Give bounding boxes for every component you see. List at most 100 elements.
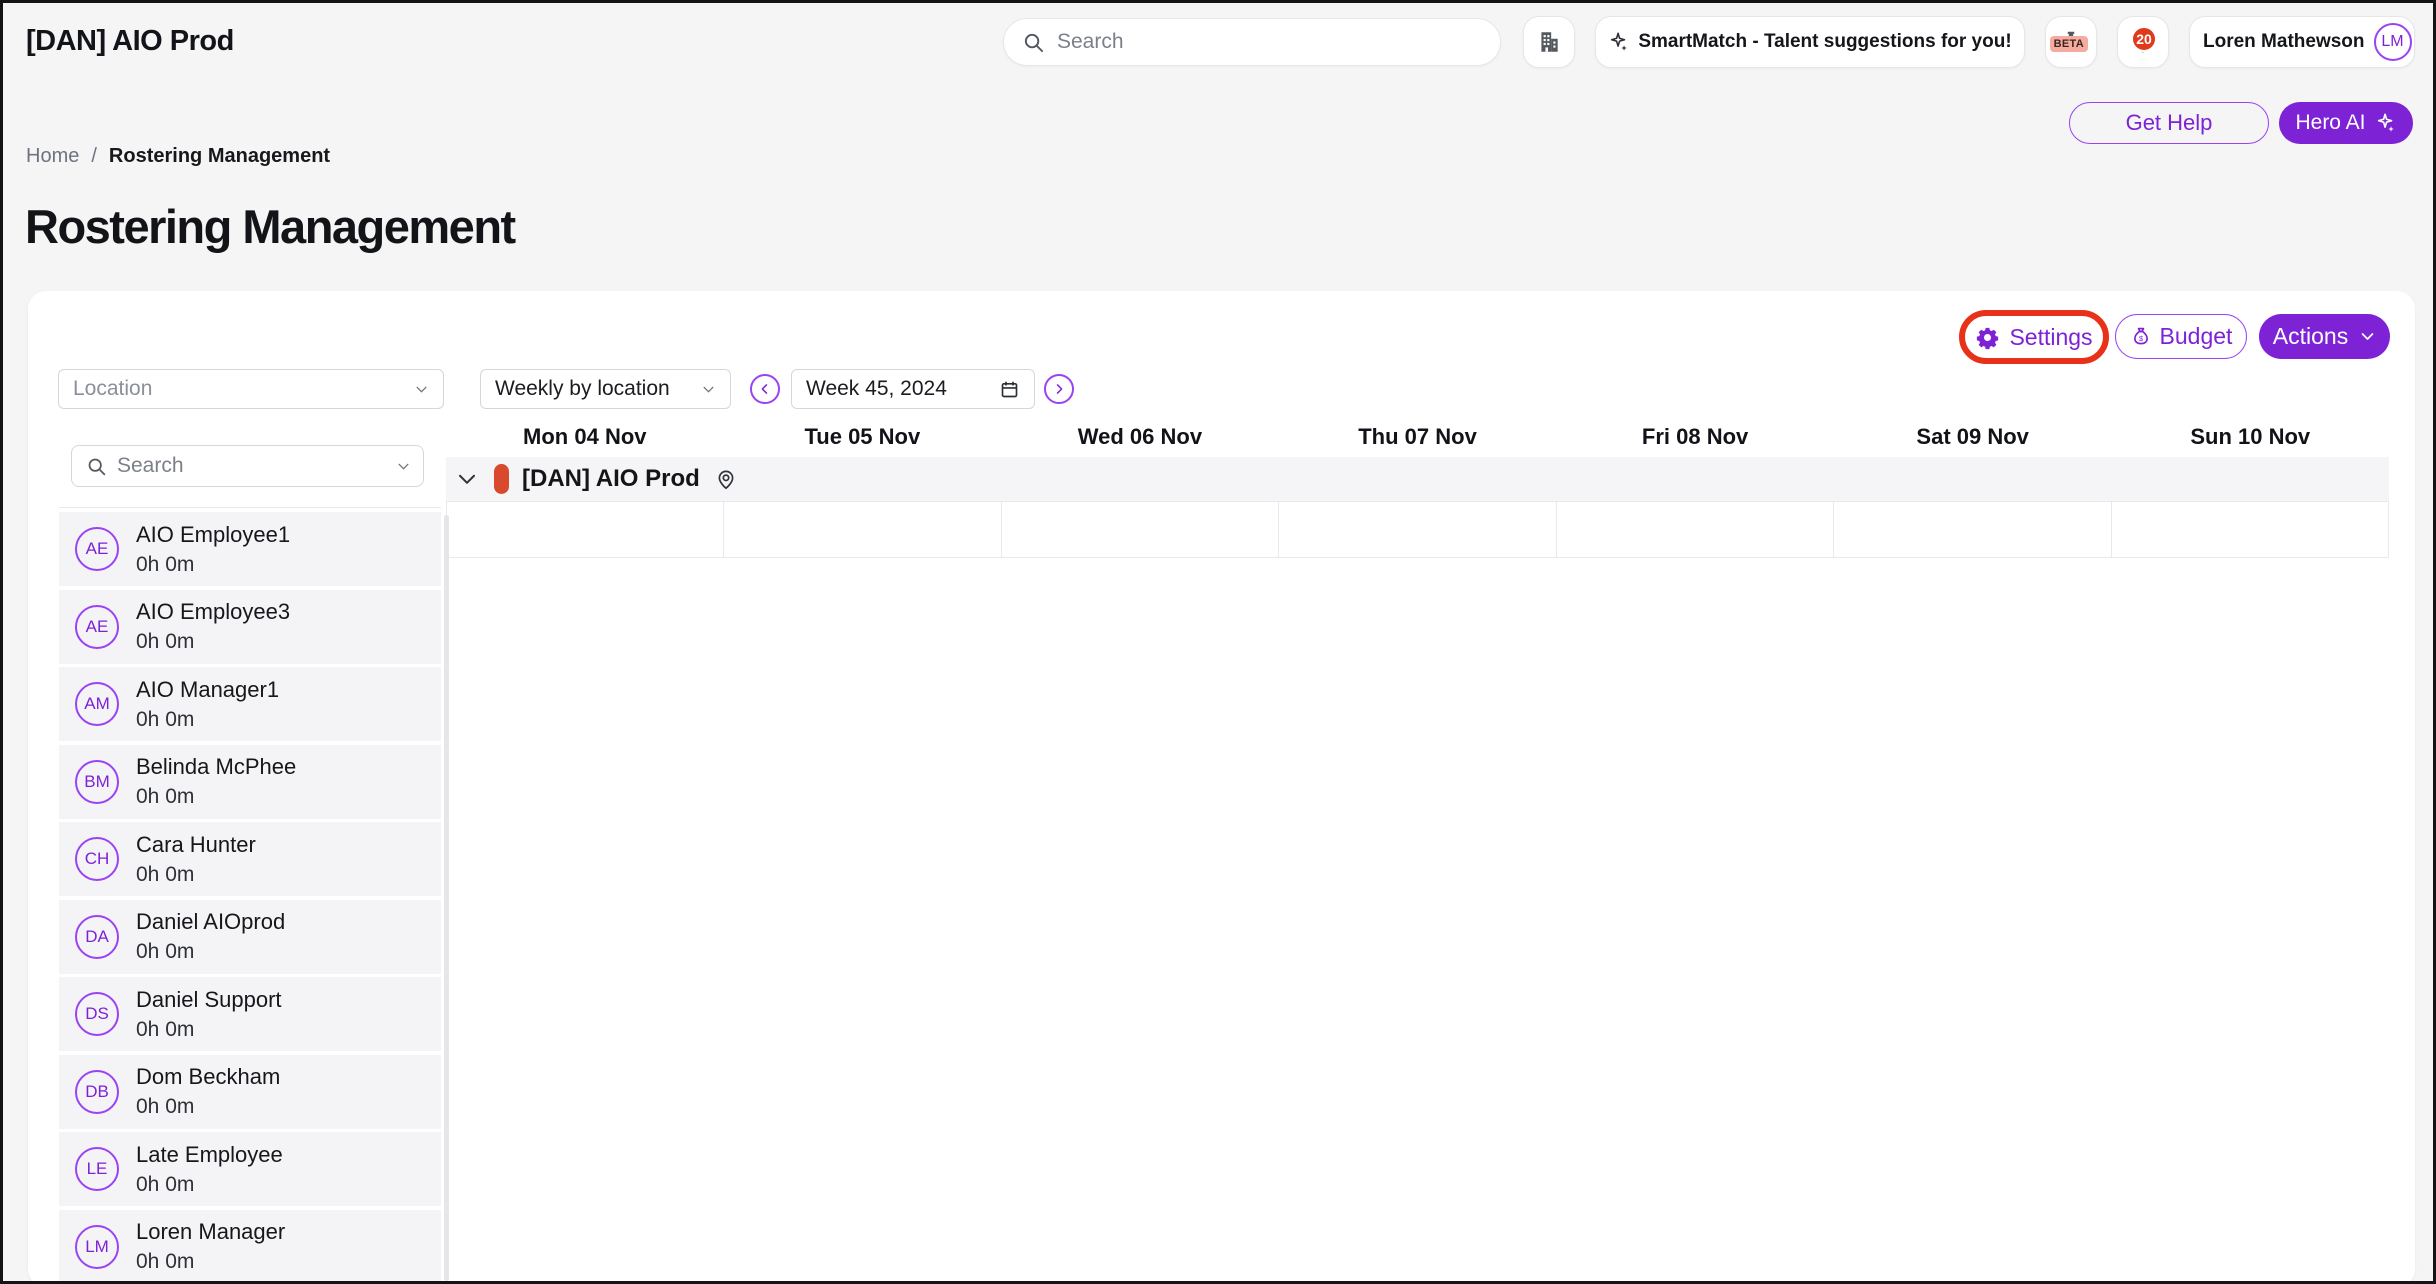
employee-list-item[interactable]: BM Belinda McPhee 0h 0m — [59, 745, 441, 819]
employee-hours: 0h 0m — [136, 1173, 283, 1197]
chevron-left-icon — [758, 382, 772, 396]
smartmatch-button[interactable]: SmartMatch - Talent suggestions for you! — [1595, 16, 2025, 68]
chevron-down-icon — [396, 459, 411, 474]
employee-list-item[interactable]: AE AIO Employee3 0h 0m — [59, 590, 441, 664]
employee-list-item[interactable]: DB Dom Beckham 0h 0m — [59, 1055, 441, 1129]
view-mode-value: Weekly by location — [495, 377, 701, 401]
breadcrumb: Home / Rostering Management — [26, 145, 330, 168]
shift-cell[interactable] — [1279, 502, 1556, 557]
avatar: AE — [75, 527, 119, 571]
shift-cell[interactable] — [447, 502, 724, 557]
employee-list-item[interactable]: AE AIO Employee1 0h 0m — [59, 512, 441, 586]
employee-search-input[interactable] — [117, 454, 386, 478]
location-pin-icon — [714, 467, 738, 491]
avatar: CH — [75, 837, 119, 881]
shift-cell[interactable] — [2112, 502, 2389, 557]
budget-label: Budget — [2160, 323, 2233, 350]
avatar: AM — [75, 682, 119, 726]
avatar: DA — [75, 915, 119, 959]
actions-button[interactable]: Actions — [2259, 314, 2390, 359]
user-menu-button[interactable]: Loren Mathewson LM — [2189, 16, 2415, 68]
day-header: Wed 06 Nov — [1001, 421, 1279, 453]
employee-name: Dom Beckham — [136, 1064, 280, 1090]
avatar: DB — [75, 1070, 119, 1114]
hero-ai-label: Hero AI — [2295, 111, 2365, 135]
employee-hours: 0h 0m — [136, 785, 296, 809]
hero-ai-button[interactable]: Hero AI — [2279, 102, 2413, 144]
location-color-marker — [494, 464, 509, 494]
notification-count-badge: 20 — [2131, 26, 2157, 52]
page-title: Rostering Management — [25, 199, 515, 254]
week-value: Week 45, 2024 — [806, 377, 999, 401]
employee-hours: 0h 0m — [136, 1095, 280, 1119]
employee-name: Belinda McPhee — [136, 754, 296, 780]
sidebar-divider — [59, 507, 441, 508]
employee-list-item[interactable]: AM AIO Manager1 0h 0m — [59, 667, 441, 741]
get-help-label: Get Help — [2126, 110, 2213, 136]
next-week-button[interactable] — [1044, 374, 1074, 404]
sparkle-icon — [1608, 31, 1630, 53]
employee-hours: 0h 0m — [136, 1250, 285, 1274]
shift-cells-row — [446, 501, 2389, 558]
sidebar-scrollbar[interactable] — [444, 515, 449, 1281]
employee-list-item[interactable]: CH Cara Hunter 0h 0m — [59, 822, 441, 896]
chevron-right-icon — [1052, 382, 1066, 396]
employee-list-item[interactable]: LM Loren Manager 0h 0m — [59, 1210, 441, 1284]
employee-list-item[interactable]: LE Late Employee 0h 0m — [59, 1132, 441, 1206]
organisation-button[interactable] — [1523, 16, 1575, 68]
view-mode-select[interactable]: Weekly by location — [480, 369, 731, 409]
notifications-button[interactable]: 20 — [2117, 16, 2169, 68]
labs-button[interactable]: BETA — [2045, 16, 2097, 68]
day-header: Thu 07 Nov — [1279, 421, 1557, 453]
shift-cell[interactable] — [724, 502, 1001, 557]
avatar: AE — [75, 605, 119, 649]
employee-list-item[interactable]: DA Daniel AIOprod 0h 0m — [59, 900, 441, 974]
money-bag-icon: $ — [2130, 326, 2152, 348]
employee-name: Daniel Support — [136, 987, 282, 1013]
smartmatch-label: SmartMatch - Talent suggestions for you! — [1638, 31, 2011, 53]
collapse-chevron-icon[interactable] — [454, 466, 480, 492]
employee-name: AIO Manager1 — [136, 677, 279, 703]
day-header: Sun 10 Nov — [2111, 421, 2389, 453]
search-icon — [1022, 31, 1045, 54]
day-header: Tue 05 Nov — [724, 421, 1002, 453]
global-search[interactable] — [1003, 18, 1501, 66]
settings-button[interactable]: Settings — [1975, 324, 2092, 351]
user-name: Loren Mathewson — [2203, 31, 2365, 53]
chevron-down-icon — [2359, 328, 2376, 345]
employee-search[interactable] — [71, 445, 424, 487]
employee-list: AE AIO Employee1 0h 0m AE AIO Employee3 … — [59, 512, 441, 1284]
bell-icon: 20 — [2129, 28, 2157, 56]
shift-cell[interactable] — [1557, 502, 1834, 557]
week-picker[interactable]: Week 45, 2024 — [791, 369, 1035, 409]
svg-text:$: $ — [2139, 333, 2143, 342]
employee-hours: 0h 0m — [136, 553, 290, 577]
settings-label: Settings — [2009, 324, 2092, 351]
beta-badge: BETA — [2050, 36, 2088, 52]
get-help-button[interactable]: Get Help — [2069, 102, 2269, 144]
employee-hours: 0h 0m — [136, 1018, 282, 1042]
building-icon — [1536, 29, 1562, 55]
shift-cell[interactable] — [1834, 502, 2111, 557]
breadcrumb-home[interactable]: Home — [26, 145, 79, 168]
location-group-row: [DAN] AIO Prod — [446, 457, 2389, 501]
search-icon — [86, 456, 107, 477]
employee-list-item[interactable]: DS Daniel Support 0h 0m — [59, 977, 441, 1051]
location-select[interactable]: Location — [58, 369, 444, 409]
shift-cell[interactable] — [1002, 502, 1279, 557]
employee-name: Loren Manager — [136, 1219, 285, 1245]
gear-icon — [1975, 325, 2000, 350]
avatar: DS — [75, 992, 119, 1036]
budget-button[interactable]: $ Budget — [2115, 314, 2247, 359]
employee-name: AIO Employee1 — [136, 522, 290, 548]
day-header-row: Mon 04 NovTue 05 NovWed 06 NovThu 07 Nov… — [446, 421, 2389, 453]
global-search-input[interactable] — [1057, 30, 1482, 54]
employee-hours: 0h 0m — [136, 940, 285, 964]
avatar: LM — [75, 1225, 119, 1269]
day-header: Sat 09 Nov — [1834, 421, 2112, 453]
previous-week-button[interactable] — [750, 374, 780, 404]
flask-icon: BETA — [2058, 29, 2084, 55]
employee-hours: 0h 0m — [136, 863, 256, 887]
breadcrumb-current: Rostering Management — [109, 145, 330, 168]
employee-hours: 0h 0m — [136, 708, 279, 732]
